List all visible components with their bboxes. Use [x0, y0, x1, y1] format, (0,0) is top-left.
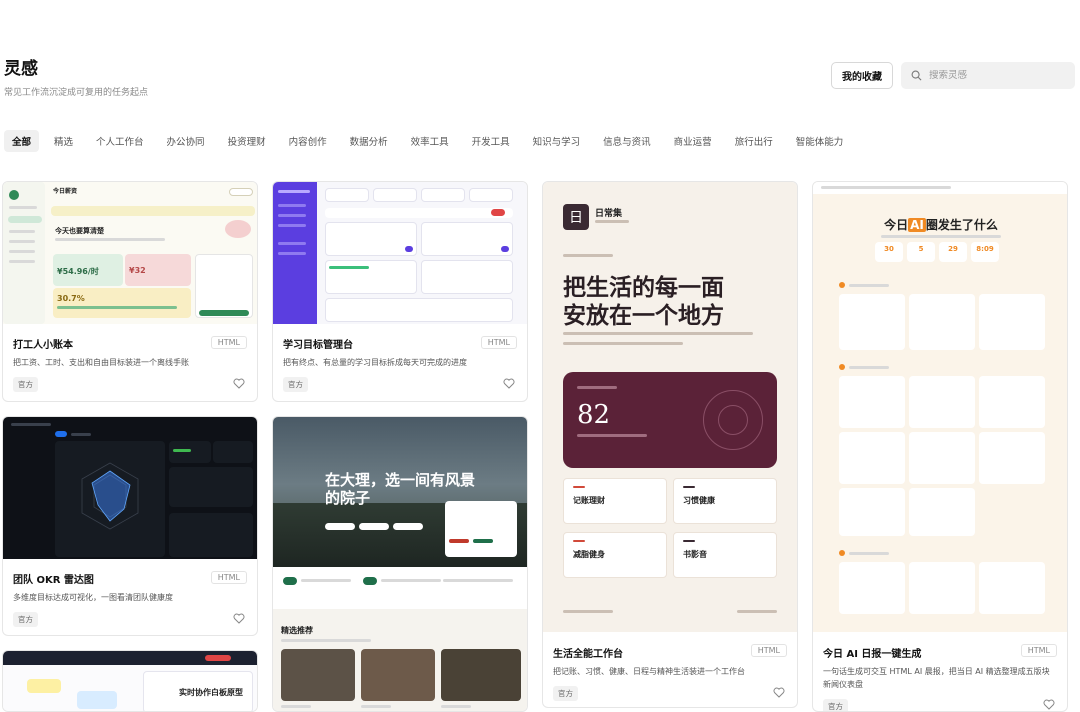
card-life-workbench[interactable]: 日 日常集 把生活的每一面 安放在一个地方 82 记账理财 习惯健康 减脂健身 … — [542, 181, 798, 708]
official-tag: 官方 — [13, 612, 38, 627]
card-thumbnail: 在大理，选一间有风景 的院子 精选推荐 — [273, 417, 527, 711]
thumb-stat: 8:09 — [971, 242, 999, 262]
thumb-heading: 今日薪资 — [53, 188, 78, 195]
card-thumbnail: 实时协作白板原型 — [3, 651, 257, 711]
card-thumbnail — [3, 417, 257, 559]
format-badge: HTML — [210, 336, 247, 349]
card-ai-daily[interactable]: 今日 AI 圈发生了什么 30 5 29 8:09 今日 AI 日报一键生成 HTM… — [812, 181, 1068, 712]
card-title: 团队 OKR 雷达图 — [13, 575, 94, 586]
radar-graphic — [81, 462, 139, 530]
page-subtitle: 常见工作流沉淀成可复用的任务起点 — [4, 88, 149, 98]
thumb-stat: 5 — [907, 242, 935, 262]
category-tabs: 全部 精选 个人工作台 办公协同 投资理财 内容创作 数据分析 效率工具 开发工… — [4, 130, 858, 152]
card-title: 学习目标管理台 — [283, 340, 353, 351]
thumb-headline: 今日 AI 圈发生了什么 — [884, 218, 998, 232]
tab-efficiency[interactable]: 效率工具 — [403, 130, 457, 152]
official-tag: 官方 — [823, 699, 848, 711]
thumb-value: 30.7% — [57, 294, 85, 303]
thumb-stat: 30 — [875, 242, 903, 262]
thumb-item: 减脂健身 — [573, 550, 605, 559]
tab-finance[interactable]: 投资理财 — [220, 130, 274, 152]
tab-content[interactable]: 内容创作 — [281, 130, 335, 152]
card-description: 把工资、工时、支出和自由目标装进一个离线手账 — [13, 358, 189, 367]
tab-travel[interactable]: 旅行出行 — [727, 130, 781, 152]
my-favorites-button[interactable]: 我的收藏 — [831, 62, 893, 89]
official-tag: 官方 — [13, 377, 38, 392]
page-title: 灵感 — [4, 59, 38, 79]
card-description: 多维度目标达成可视化，一图看清团队健康度 — [13, 593, 173, 602]
format-badge: HTML — [210, 571, 247, 584]
tab-data[interactable]: 数据分析 — [342, 130, 396, 152]
card-thumbnail: 日 日常集 把生活的每一面 安放在一个地方 82 记账理财 习惯健康 减脂健身 … — [543, 182, 797, 632]
tab-learning[interactable]: 知识与学习 — [525, 130, 589, 152]
thumb-title: 实时协作白板原型 — [179, 688, 243, 697]
card-description: 把有终点、有总量的学习目标拆成每天可完成的进度 — [283, 358, 467, 367]
heart-icon[interactable] — [503, 378, 515, 389]
thumb-value: ¥32 — [129, 266, 146, 275]
format-badge: HTML — [1020, 644, 1057, 657]
thumb-headline: 的院子 — [325, 489, 371, 507]
thumb-section: 精选推荐 — [281, 626, 313, 635]
heart-icon[interactable] — [233, 613, 245, 624]
card-ledger[interactable]: 今日薪资 今天也要算清楚 ¥54.96/时 ¥32 30.7% 打工人小账本 H… — [2, 181, 258, 402]
card-title: 打工人小账本 — [13, 340, 73, 351]
tab-business[interactable]: 商业运营 — [666, 130, 720, 152]
thumb-value: ¥54.96/时 — [57, 267, 99, 276]
format-badge: HTML — [750, 644, 787, 657]
card-description: 把记账、习惯、健康、日程与精神生活装进一个工作台 — [553, 667, 745, 676]
card-thumbnail: 今日薪资 今天也要算清楚 ¥54.96/时 ¥32 30.7% — [3, 182, 257, 324]
heart-icon[interactable] — [773, 687, 785, 698]
card-travel-stay[interactable]: 在大理，选一间有风景 的院子 精选推荐 — [272, 416, 528, 712]
thumb-score: 82 — [577, 400, 611, 430]
tab-agent[interactable]: 智能体能力 — [788, 130, 852, 152]
thumb-heading: 今天也要算清楚 — [55, 227, 104, 235]
tab-featured[interactable]: 精选 — [46, 130, 81, 152]
card-thumbnail — [273, 182, 527, 324]
card-description: 一句话生成可交互 HTML AI 晨报，把当日 AI 精选整理成五版块新闻仪表盘 — [823, 667, 1050, 689]
thumb-item: 记账理财 — [573, 496, 605, 505]
card-collab-whiteboard[interactable]: 实时协作白板原型 — [2, 650, 258, 712]
tab-office[interactable]: 办公协同 — [159, 130, 213, 152]
card-title: 生活全能工作台 — [553, 649, 623, 660]
search-icon — [911, 70, 922, 81]
card-title: 今日 AI 日报一键生成 — [823, 649, 922, 660]
thumb-item: 书影音 — [683, 550, 707, 559]
card-learning-goals[interactable]: 学习目标管理台 HTML 把有终点、有总量的学习目标拆成每天可完成的进度 官方 — [272, 181, 528, 402]
tab-all[interactable]: 全部 — [4, 130, 40, 152]
search-input[interactable] — [929, 70, 1069, 81]
official-tag: 官方 — [283, 377, 308, 392]
tab-dev[interactable]: 开发工具 — [464, 130, 518, 152]
format-badge: HTML — [480, 336, 517, 349]
heart-icon[interactable] — [1043, 699, 1055, 710]
card-thumbnail: 今日 AI 圈发生了什么 30 5 29 8:09 — [813, 182, 1067, 632]
tab-news[interactable]: 信息与资讯 — [595, 130, 659, 152]
thumb-headline: 安放在一个地方 — [563, 302, 724, 329]
thumb-item: 习惯健康 — [683, 496, 715, 505]
search-box[interactable] — [901, 62, 1075, 89]
tab-personal[interactable]: 个人工作台 — [88, 130, 152, 152]
brand-logo: 日 — [563, 204, 589, 230]
heart-icon[interactable] — [233, 378, 245, 389]
official-tag: 官方 — [553, 686, 578, 701]
thumb-brand: 日常集 — [595, 209, 623, 219]
thumb-stat: 29 — [939, 242, 967, 262]
card-okr-radar[interactable]: 团队 OKR 雷达图 HTML 多维度目标达成可视化，一图看清团队健康度 官方 — [2, 416, 258, 636]
